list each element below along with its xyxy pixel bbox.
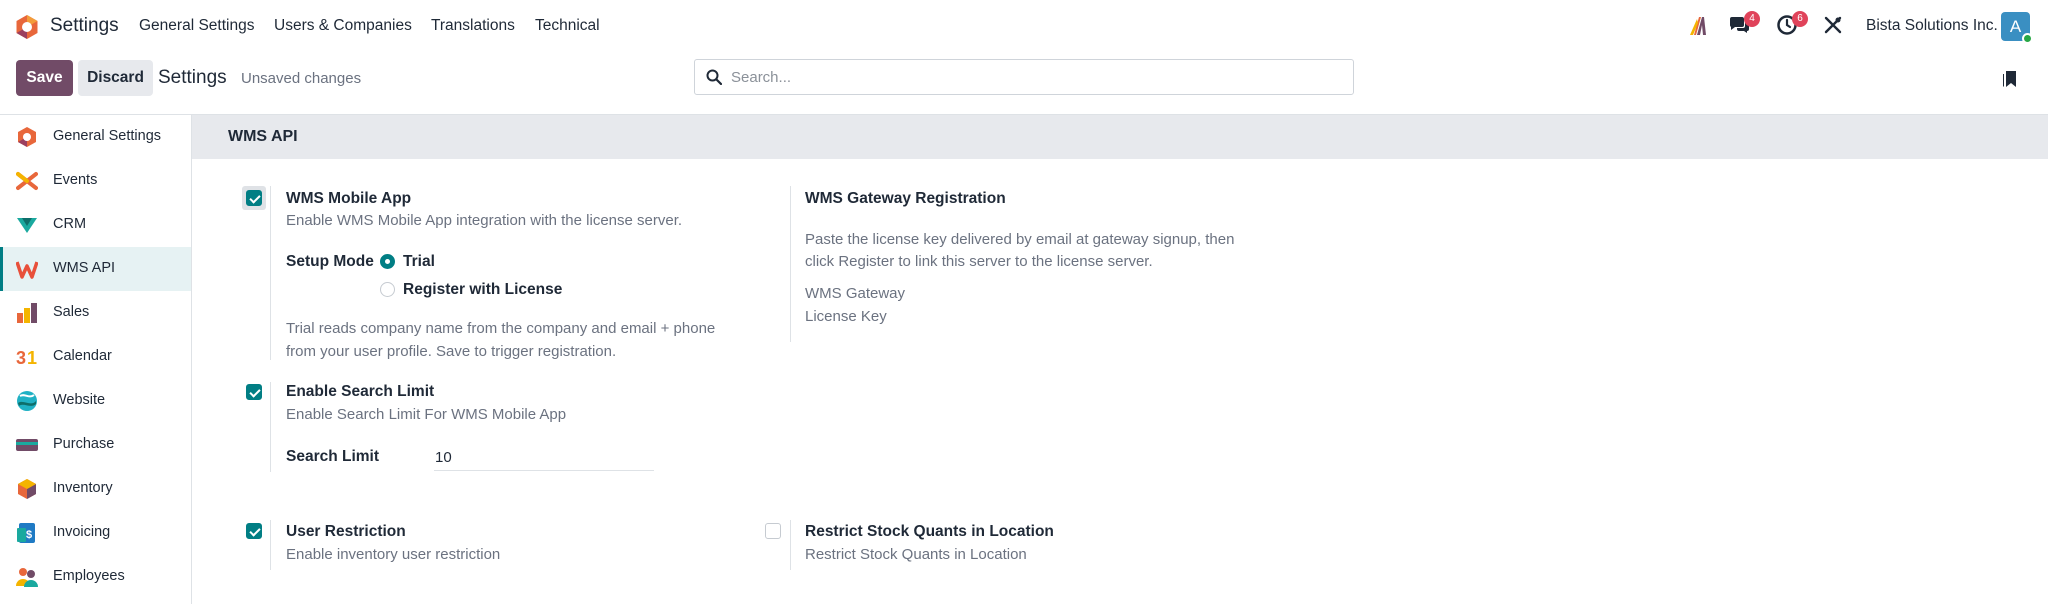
sidebar-item-crm[interactable]: CRM bbox=[0, 203, 191, 247]
messages-button[interactable]: 4 bbox=[1728, 11, 1760, 36]
gateway-title: WMS Gateway Registration bbox=[805, 190, 1006, 207]
website-icon bbox=[17, 391, 37, 411]
sidebar-item-inventory[interactable]: Inventory bbox=[0, 467, 191, 511]
setting-divider bbox=[790, 520, 791, 570]
sidebar-item-label: Inventory bbox=[53, 480, 113, 496]
trial-note-line1: Trial reads company name from the compan… bbox=[286, 320, 716, 337]
search-limit-description: Enable Search Limit For WMS Mobile App bbox=[286, 406, 567, 423]
sidebar-item-label: Employees bbox=[53, 568, 125, 584]
menu-translations[interactable]: Translations bbox=[431, 17, 515, 35]
top-navbar: Settings General Settings Users & Compan… bbox=[0, 0, 2048, 51]
gateway-field-label-line1: WMS Gateway bbox=[805, 285, 906, 302]
svg-text:3: 3 bbox=[16, 348, 26, 368]
settings-app-icon[interactable] bbox=[14, 14, 40, 40]
trial-note-line2: from your user profile. Save to trigger … bbox=[286, 343, 617, 360]
online-status-dot bbox=[2022, 33, 2033, 44]
save-button[interactable]: Save bbox=[16, 60, 73, 96]
svg-text:1: 1 bbox=[27, 348, 37, 368]
general-settings-icon bbox=[18, 127, 36, 147]
gateway-field-label-line2: License Key bbox=[805, 308, 887, 325]
sidebar-item-calendar[interactable]: 3 1 Calendar bbox=[0, 335, 191, 379]
sidebar-item-label: WMS API bbox=[53, 260, 116, 276]
restrict-quants-checkbox[interactable] bbox=[765, 523, 781, 539]
invoicing-icon: $ bbox=[17, 523, 35, 543]
purchase-icon bbox=[16, 439, 38, 451]
setup-mode-register-radio[interactable] bbox=[380, 282, 395, 297]
sidebar-item-general-settings[interactable]: General Settings bbox=[0, 115, 191, 159]
inventory-icon bbox=[18, 479, 36, 499]
search-limit-title: Enable Search Limit bbox=[286, 383, 435, 400]
discard-button[interactable]: Discard bbox=[78, 60, 153, 96]
gateway-desc-line2: click Register to link this server to th… bbox=[805, 253, 1153, 270]
sidebar-item-label: Sales bbox=[53, 304, 90, 320]
search-bar bbox=[694, 59, 1354, 95]
crm-icon bbox=[17, 218, 37, 233]
user-restriction-title: User Restriction bbox=[286, 523, 406, 540]
sidebar-item-label: Invoicing bbox=[53, 524, 111, 540]
sidebar-item-label: General Settings bbox=[53, 128, 162, 144]
search-icon bbox=[706, 69, 722, 85]
sidebar-item-employees[interactable]: Employees bbox=[0, 555, 191, 599]
wms-api-icon bbox=[16, 261, 38, 279]
app-name[interactable]: Settings bbox=[50, 15, 119, 37]
setting-divider bbox=[790, 186, 791, 342]
user-avatar[interactable]: A bbox=[2001, 12, 2033, 44]
ai-icon[interactable] bbox=[1688, 15, 1710, 35]
restrict-quants-title: Restrict Stock Quants in Location bbox=[805, 523, 1054, 540]
activities-button[interactable]: 6 bbox=[1776, 11, 1808, 36]
sales-icon bbox=[17, 303, 37, 323]
section-header bbox=[192, 115, 2048, 159]
search-limit-checkbox[interactable] bbox=[246, 384, 262, 400]
calendar-icon: 3 1 bbox=[16, 348, 37, 368]
messages-badge: 4 bbox=[1744, 11, 1760, 27]
wms-mobile-app-description: Enable WMS Mobile App integration with t… bbox=[286, 212, 683, 229]
wms-mobile-app-title: WMS Mobile App bbox=[286, 190, 412, 207]
gateway-desc-line1: Paste the license key delivered by email… bbox=[805, 231, 1235, 248]
setting-divider bbox=[270, 186, 271, 360]
sidebar-item-purchase[interactable]: Purchase bbox=[0, 423, 191, 467]
activities-badge: 6 bbox=[1792, 11, 1808, 27]
sidebar-item-label: Calendar bbox=[53, 348, 112, 364]
sidebar-item-label: Purchase bbox=[53, 436, 115, 452]
sidebar-item-label: Website bbox=[53, 392, 106, 408]
sidebar-item-website[interactable]: Website bbox=[0, 379, 191, 423]
unsaved-status: Unsaved changes bbox=[241, 70, 362, 87]
page-title: Settings bbox=[158, 67, 227, 88]
sidebar-item-label: Events bbox=[53, 172, 98, 188]
settings-sidebar: General Settings Events CRM WMS API Sale… bbox=[0, 115, 192, 604]
menu-general-settings[interactable]: General Settings bbox=[139, 17, 254, 35]
menu-users-companies[interactable]: Users & Companies bbox=[274, 17, 412, 35]
sidebar-item-invoicing[interactable]: $ Invoicing bbox=[0, 511, 191, 555]
menu-technical[interactable]: Technical bbox=[535, 17, 600, 35]
setting-divider bbox=[270, 520, 271, 570]
company-switcher[interactable]: Bista Solutions Inc. bbox=[1866, 17, 1998, 35]
restrict-quants-description: Restrict Stock Quants in Location bbox=[805, 546, 1027, 563]
section-title: WMS API bbox=[228, 128, 298, 145]
avatar-initial: A bbox=[2009, 17, 2022, 36]
sidebar-item-events[interactable]: Events bbox=[0, 159, 191, 203]
search-limit-input[interactable] bbox=[434, 445, 654, 471]
bookmarks-icon[interactable] bbox=[2002, 70, 2018, 88]
search-limit-field-label: Search Limit bbox=[286, 448, 380, 465]
sidebar-item-sales[interactable]: Sales bbox=[0, 291, 191, 335]
setup-mode-register-label[interactable]: Register with License bbox=[403, 281, 562, 299]
user-restriction-description: Enable inventory user restriction bbox=[286, 546, 501, 563]
tools-icon[interactable] bbox=[1824, 16, 1842, 34]
sidebar-item-label: CRM bbox=[53, 216, 87, 232]
setup-mode-label: Setup Mode bbox=[286, 253, 374, 270]
employees-icon bbox=[16, 568, 38, 587]
search-input[interactable] bbox=[731, 68, 1331, 86]
events-icon bbox=[16, 172, 38, 190]
user-restriction-checkbox[interactable] bbox=[246, 523, 262, 539]
sidebar-item-wms-api[interactable]: WMS API bbox=[0, 247, 191, 291]
setup-mode-trial-radio[interactable] bbox=[380, 254, 395, 269]
setting-divider bbox=[270, 382, 271, 472]
setup-mode-trial-label[interactable]: Trial bbox=[403, 253, 435, 271]
wms-mobile-app-checkbox[interactable] bbox=[246, 190, 262, 206]
svg-text:$: $ bbox=[26, 529, 32, 541]
